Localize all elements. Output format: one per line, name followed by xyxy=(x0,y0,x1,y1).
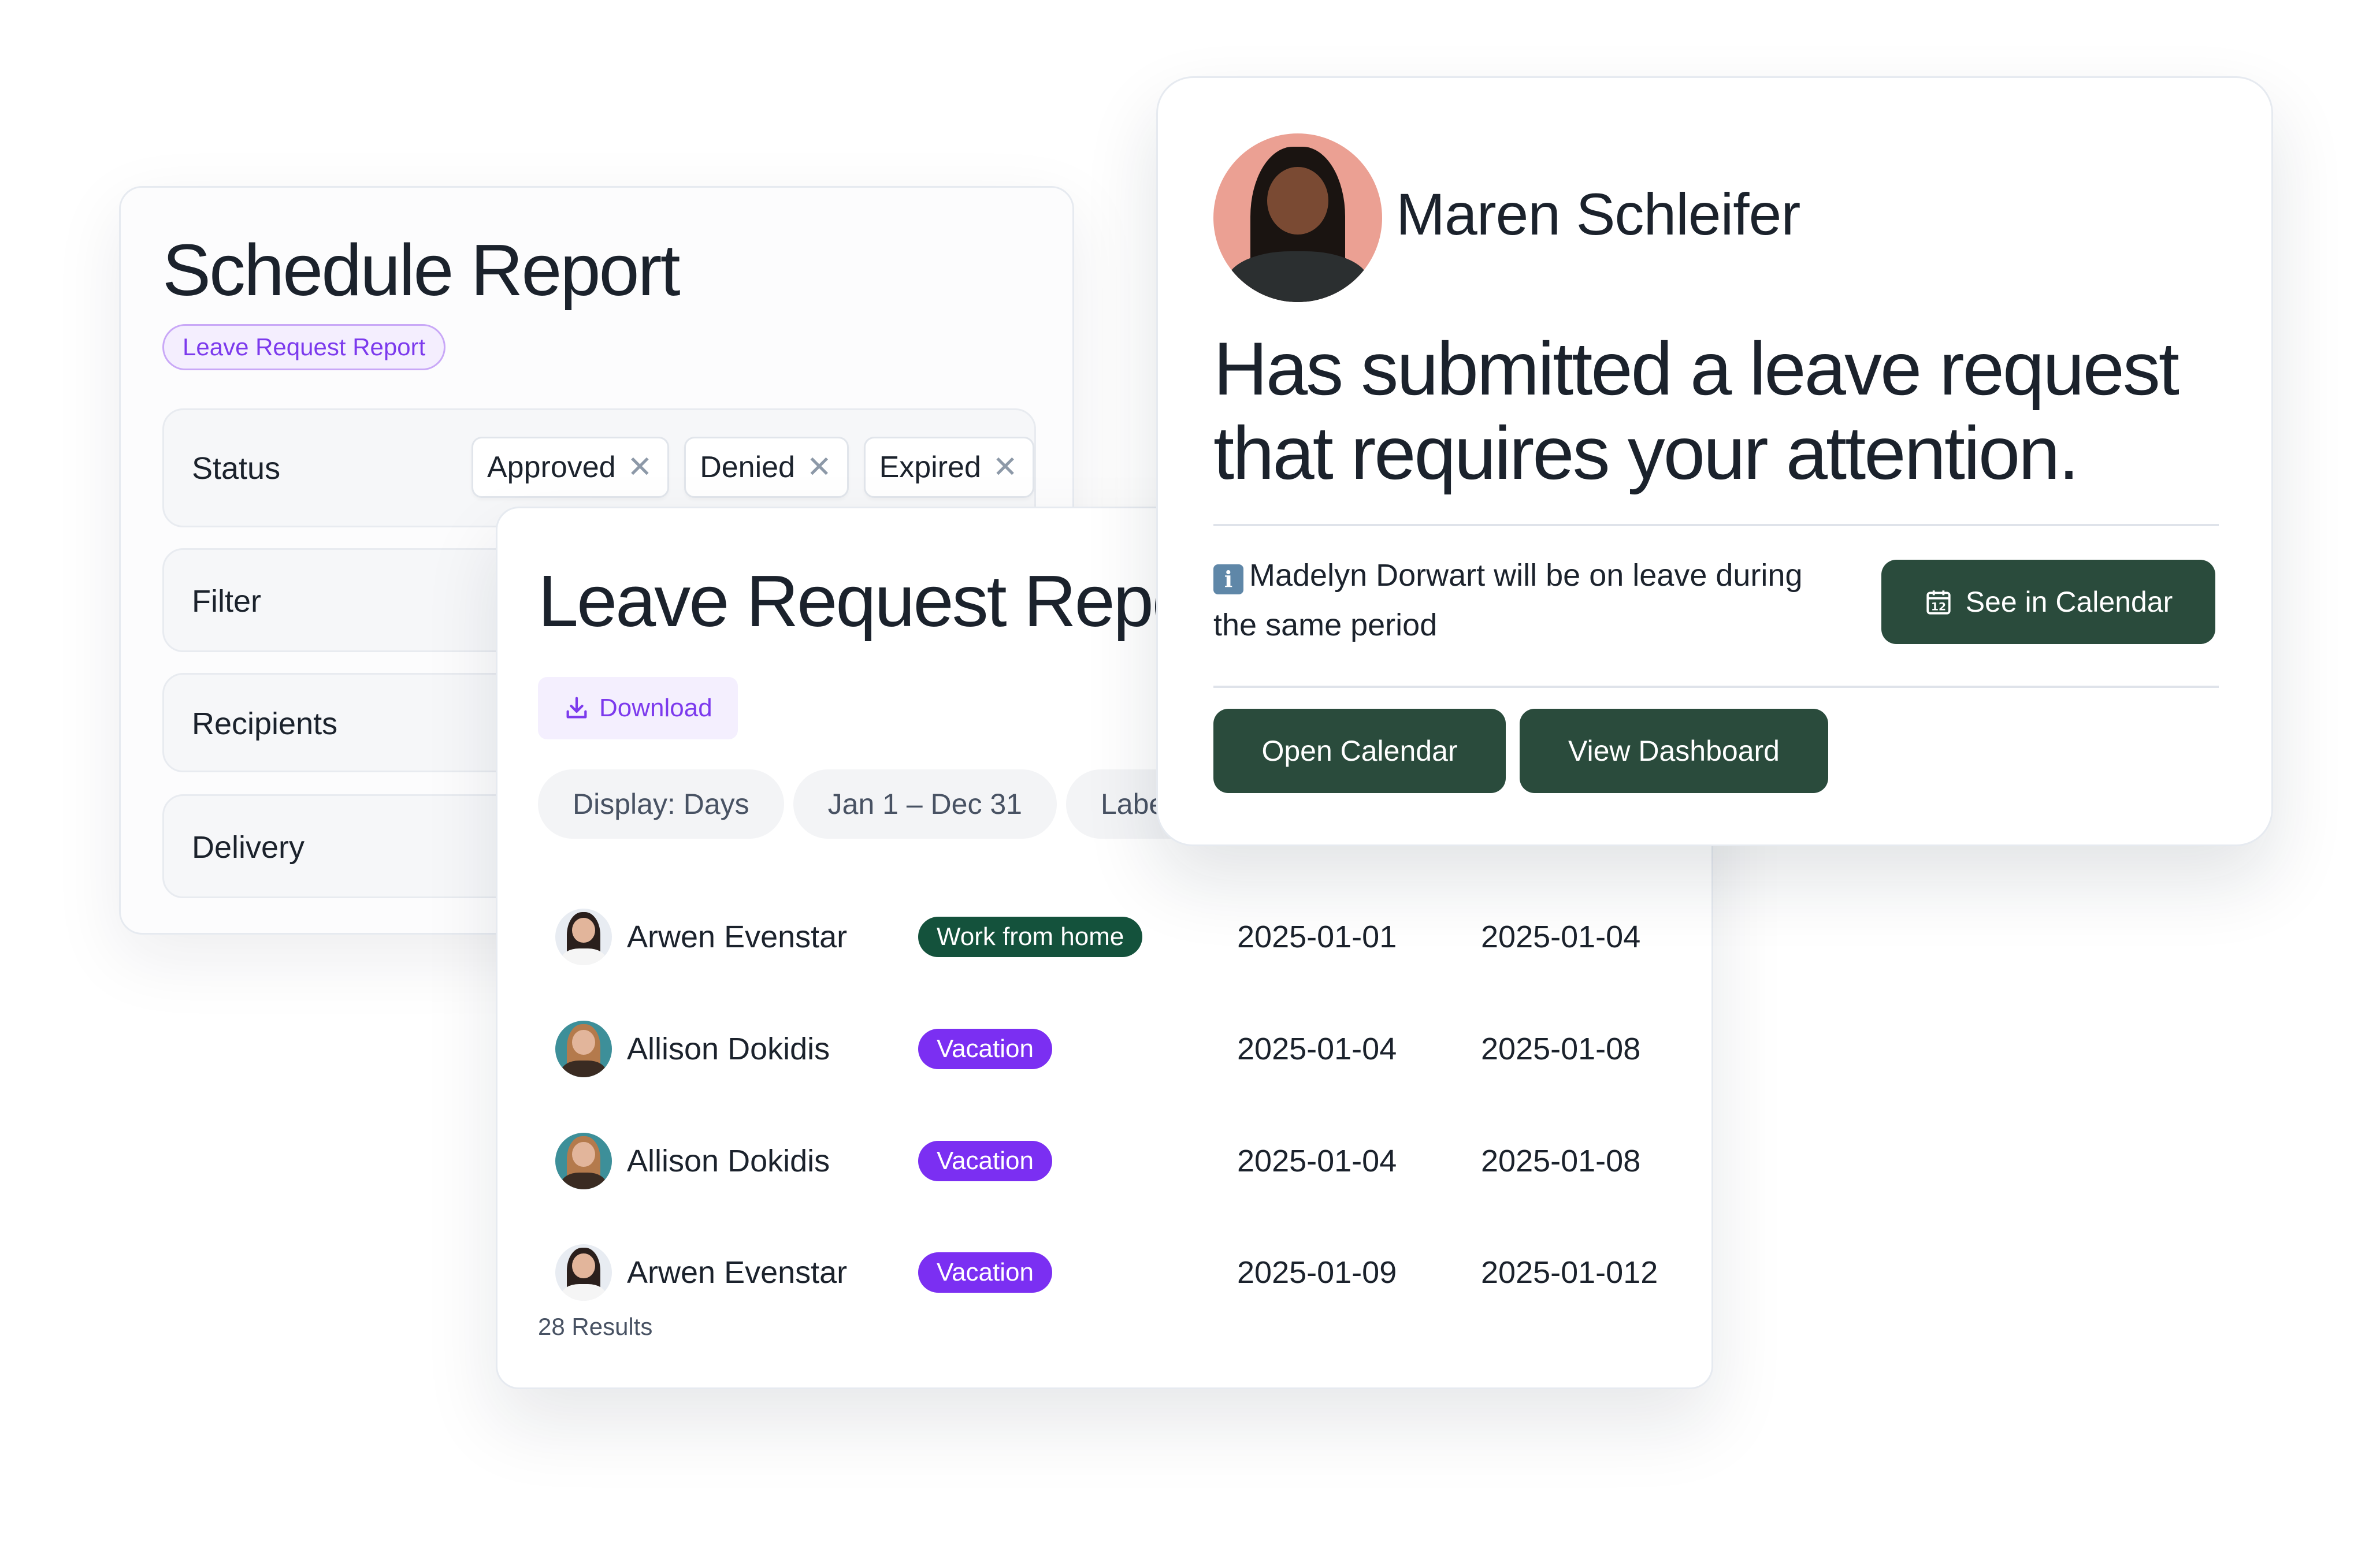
table-row[interactable]: Allison Dokidis Vacation 2025-01-04 2025-01… xyxy=(555,1014,1682,1084)
status-label: Status xyxy=(192,451,281,486)
open-calendar-button[interactable]: Open Calendar xyxy=(1213,709,1506,793)
conflict-info: i Madelyn Dorwart will be on leave during… xyxy=(1213,550,1849,650)
leave-type-badge: Vacation xyxy=(918,1141,1052,1181)
display-days-pill[interactable]: Display: Days xyxy=(538,769,784,839)
employee-name: Allison Dokidis xyxy=(627,1144,830,1178)
employee-avatar xyxy=(555,1133,612,1189)
notification-headline: Has submitted a leave request that requi… xyxy=(1213,326,2179,495)
divider xyxy=(1213,524,2219,526)
download-button[interactable]: Download xyxy=(538,677,738,739)
chip-label: Denied xyxy=(700,451,795,484)
requester-avatar xyxy=(1213,133,1382,302)
table-row[interactable]: Allison Dokidis Vacation 2025-01-04 2025-01… xyxy=(555,1126,1682,1196)
requester-name: Maren Schleifer xyxy=(1396,181,1800,247)
employee-name: Arwen Evenstar xyxy=(627,1255,848,1290)
status-chips: Approved ✕ Denied ✕ Expired ✕ xyxy=(471,437,1035,498)
start-date: 2025-01-09 xyxy=(1237,1255,1397,1290)
delivery-label: Delivery xyxy=(192,830,305,865)
start-date: 2025-01-04 xyxy=(1237,1144,1397,1178)
recipients-label: Recipients xyxy=(192,706,338,741)
leave-type-badge: Vacation xyxy=(918,1252,1052,1293)
view-dashboard-button[interactable]: View Dashboard xyxy=(1520,709,1828,793)
close-icon[interactable]: ✕ xyxy=(628,452,653,482)
end-date: 2025-01-04 xyxy=(1481,920,1641,954)
info-icon: i xyxy=(1213,564,1243,594)
end-date: 2025-01-012 xyxy=(1481,1255,1658,1290)
download-label: Download xyxy=(599,694,712,722)
leave-type-badge: Work from home xyxy=(918,917,1143,957)
leave-report-title: Leave Request Report xyxy=(538,560,1234,642)
close-icon[interactable]: ✕ xyxy=(993,452,1018,482)
employee-avatar xyxy=(555,1244,612,1301)
filter-label: Filter xyxy=(192,584,261,619)
see-in-calendar-label: See in Calendar xyxy=(1965,586,2173,618)
close-icon[interactable]: ✕ xyxy=(807,452,832,482)
employee-name: Allison Dokidis xyxy=(627,1032,830,1066)
chip-label: Approved xyxy=(487,451,616,484)
status-chip-expired[interactable]: Expired ✕ xyxy=(863,437,1035,498)
date-range-pill[interactable]: Jan 1 – Dec 31 xyxy=(793,769,1057,839)
divider xyxy=(1213,686,2219,688)
start-date: 2025-01-01 xyxy=(1237,920,1397,954)
chip-label: Expired xyxy=(879,451,981,484)
download-icon xyxy=(566,697,587,719)
status-chip-denied[interactable]: Denied ✕ xyxy=(684,437,849,498)
leave-request-notification-card: Maren Schleifer Has submitted a leave re… xyxy=(1156,76,2273,846)
report-filter-pills: Display: Days Jan 1 – Dec 31 Labels xyxy=(538,769,1221,839)
status-chip-approved[interactable]: Approved ✕ xyxy=(471,437,670,498)
results-count: 28 Results xyxy=(538,1313,653,1340)
end-date: 2025-01-08 xyxy=(1481,1144,1641,1178)
svg-text:12: 12 xyxy=(1931,601,1946,613)
start-date: 2025-01-04 xyxy=(1237,1032,1397,1066)
calendar-icon: 12 xyxy=(1926,590,1951,615)
employee-avatar xyxy=(555,909,612,965)
see-in-calendar-button[interactable]: 12 See in Calendar xyxy=(1881,560,2215,644)
employee-name: Arwen Evenstar xyxy=(627,920,848,954)
table-row[interactable]: Arwen Evenstar Vacation 2025-01-09 2025-01-… xyxy=(555,1238,1682,1307)
table-row[interactable]: Arwen Evenstar Work from home 2025-01-01 20… xyxy=(555,902,1682,972)
end-date: 2025-01-08 xyxy=(1481,1032,1641,1066)
employee-avatar xyxy=(555,1021,612,1077)
conflict-info-text: Madelyn Dorwart will be on leave during … xyxy=(1213,558,1803,642)
report-type-tag[interactable]: Leave Request Report xyxy=(162,324,446,370)
schedule-report-title: Schedule Report xyxy=(162,229,681,311)
leave-type-badge: Vacation xyxy=(918,1029,1052,1069)
